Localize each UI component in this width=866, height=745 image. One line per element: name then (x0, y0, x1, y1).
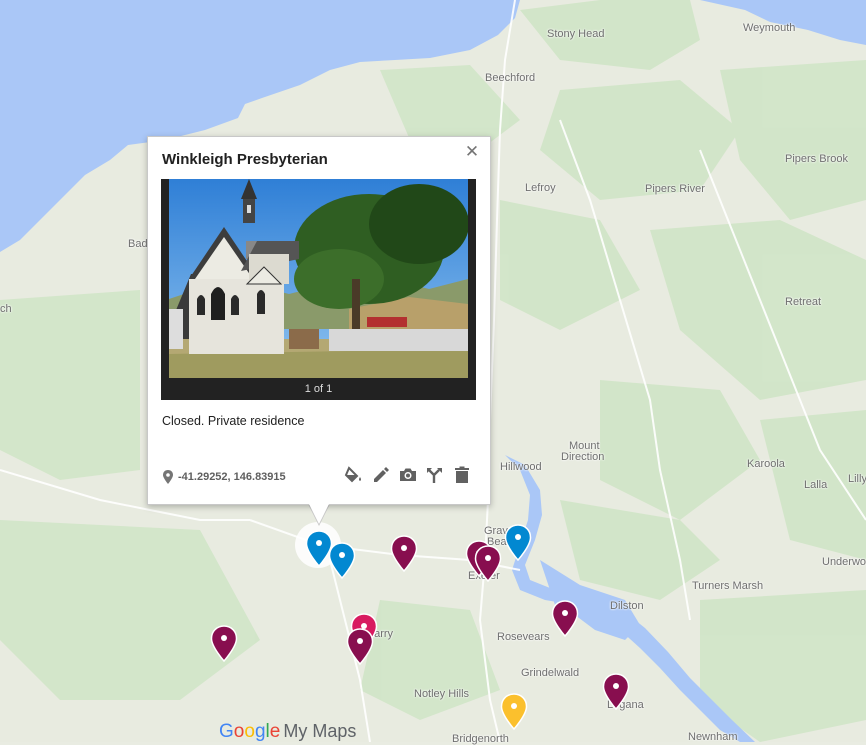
map-marker-m2[interactable] (328, 542, 356, 580)
paint-bucket-icon[interactable] (344, 465, 364, 485)
place-label-direction: Direction (561, 451, 605, 463)
place-label-weymouth: Weymouth (743, 22, 796, 34)
place-label-beechford: Beechford (485, 72, 536, 84)
place-label-lalla: Lalla (804, 479, 828, 491)
map-marker-m7[interactable] (210, 625, 238, 663)
google-wordmark: Google (219, 721, 281, 742)
place-label-bridgenorth: Bridgenorth (452, 733, 509, 745)
location-pin-icon (163, 470, 173, 484)
place-label-stony-head: Stony Head (547, 28, 605, 40)
map-marker-m11[interactable] (602, 673, 630, 711)
photo-counter: 1 of 1 (304, 383, 333, 395)
place-label-pipers-river: Pipers River (645, 183, 705, 195)
my-maps-label: My Maps (283, 721, 357, 741)
popup-title: Winkleigh Presbyterian (162, 151, 328, 168)
camera-icon[interactable] (398, 465, 418, 485)
place-label-dilston: Dilston (610, 600, 644, 612)
popup-tail (309, 504, 329, 524)
directions-icon[interactable] (425, 465, 445, 485)
place-label-pipers-brook: Pipers Brook (785, 153, 848, 165)
place-label-grindelwald: Grindelwald (521, 667, 580, 679)
place-label-rosevears: Rosevears (497, 631, 550, 643)
map-marker-m6[interactable] (504, 524, 532, 562)
place-label-lilly: Lilly (848, 473, 866, 485)
map-marker-m3[interactable] (390, 535, 418, 573)
place-label-karoola: Karoola (747, 458, 785, 470)
map-marker-m9[interactable] (346, 628, 374, 666)
place-label-retreat: Retreat (785, 296, 822, 308)
place-label-hillwood: Hillwood (500, 461, 542, 473)
close-icon[interactable]: ✕ (464, 143, 480, 160)
info-popup: Winkleigh Presbyterian ✕ 1 of 1 Closed. … (147, 136, 491, 505)
place-label-lefroy: Lefroy (525, 182, 556, 194)
place-label-turners-marsh: Turners Marsh (692, 580, 764, 592)
edit-icon[interactable] (371, 465, 391, 485)
delete-icon[interactable] (452, 465, 472, 485)
google-my-maps-logo: Google My Maps (219, 721, 356, 743)
coordinates-text: -41.29252, 146.83915 (178, 471, 286, 483)
place-label-newnham: Newnham (688, 731, 738, 743)
map-marker-m5[interactable] (474, 545, 502, 583)
place-label-notley-hills: Notley Hills (414, 688, 470, 700)
church-photo[interactable] (169, 179, 468, 378)
photo-viewer[interactable]: 1 of 1 (161, 179, 476, 400)
map-marker-m12[interactable] (500, 693, 528, 731)
place-label-bad: Bad (128, 238, 148, 250)
place-label-ch: ch (0, 303, 12, 315)
map-marker-m10[interactable] (551, 600, 579, 638)
place-label-underwood: Underwo (822, 556, 866, 568)
popup-description: Closed. Private residence (162, 414, 305, 428)
